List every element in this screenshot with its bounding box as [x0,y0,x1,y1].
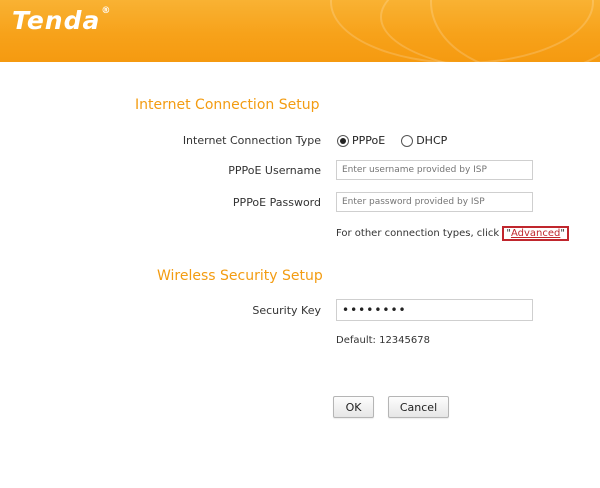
radio-dhcp-icon[interactable] [401,134,414,147]
tenda-logo: Tenda® [12,6,111,35]
password-input[interactable] [336,192,533,212]
username-input[interactable] [336,160,533,180]
advanced-link[interactable]: Advanced [511,228,560,239]
header-bar: Tenda® [0,0,600,62]
radio-dhcp[interactable]: DHCP [401,134,447,147]
registered-mark: ® [101,6,112,16]
ok-button[interactable]: OK [333,396,374,418]
radio-pppoe-icon[interactable] [337,134,349,147]
radio-pppoe[interactable]: PPPoE [337,134,385,147]
advanced-close-quote: " [560,228,565,239]
radio-dhcp-label[interactable]: DHCP [416,134,447,147]
security-key-label: Security Key [252,304,321,317]
wireless-section-title: Wireless Security Setup [157,268,323,284]
cancel-button[interactable]: Cancel [388,396,449,418]
connection-type-radio-group: PPPoE DHCP [337,134,447,147]
other-connection-hint: For other connection types, click "Advan… [336,226,569,241]
radio-pppoe-label[interactable]: PPPoE [352,134,385,147]
username-label: PPPoE Username [228,164,321,177]
default-key-hint: Default: 12345678 [336,335,430,346]
advanced-highlight-box: "Advanced" [502,226,569,241]
logo-text: Tenda [12,6,101,35]
password-label: PPPoE Password [232,196,321,209]
other-types-text: For other connection types, click [336,228,500,239]
internet-section-title: Internet Connection Setup [135,97,320,113]
connection-type-label: Internet Connection Type [182,134,321,147]
security-key-input[interactable] [336,299,533,321]
